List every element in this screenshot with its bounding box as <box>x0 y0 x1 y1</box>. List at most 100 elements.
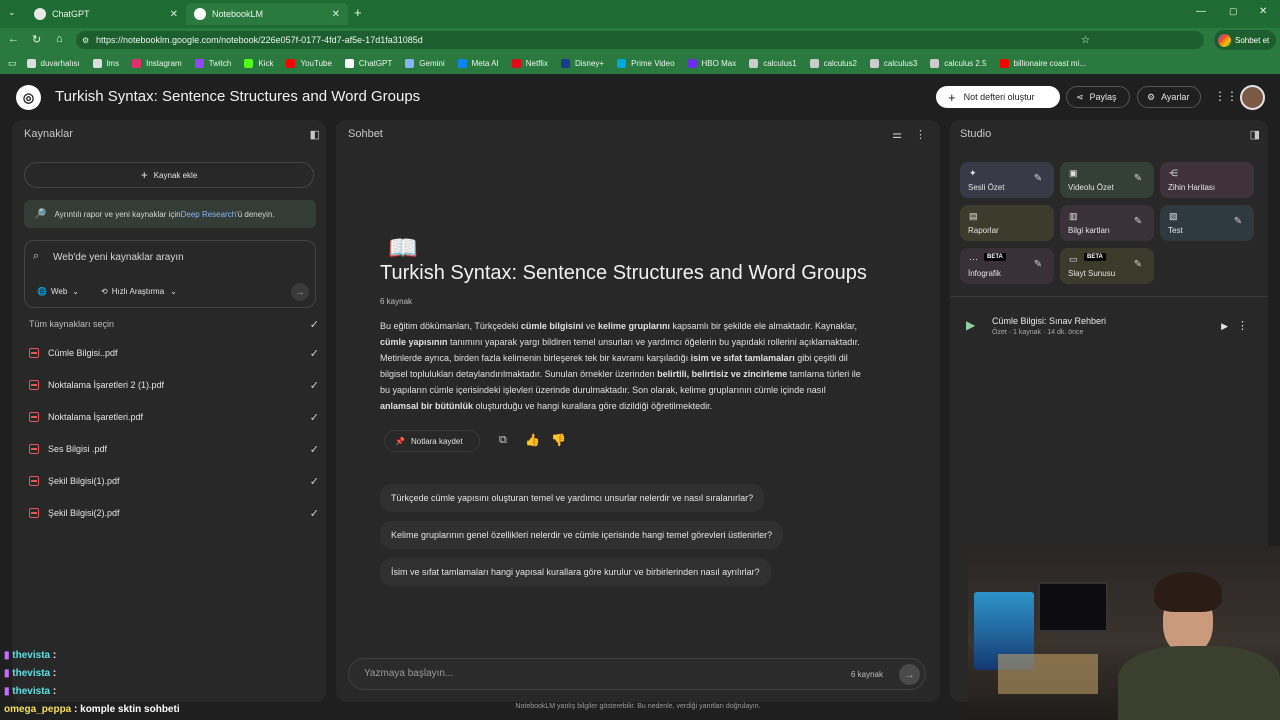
source-item[interactable]: Şekil Bilgisi(1).pdf ✓ <box>29 471 325 491</box>
bookmark[interactable]: Disney+ <box>560 58 604 68</box>
more-vert-icon[interactable]: ⋮ <box>1237 319 1248 332</box>
bookmark[interactable]: Prime Video <box>617 58 675 68</box>
video-note-icon: ▶ <box>966 318 976 332</box>
add-source-button[interactable]: + Kaynak ekle <box>24 162 314 188</box>
studio-tile-infographic[interactable]: ⋯ BETA İnfografik ✎ <box>960 248 1054 284</box>
chat-settings-icon[interactable]: ⚌ <box>892 128 902 141</box>
reload-icon[interactable]: ↻ <box>32 33 41 46</box>
edit-icon[interactable]: ✎ <box>1230 216 1246 230</box>
tab-notebooklm[interactable]: NotebookLM ✕ <box>186 3 348 25</box>
bookmark[interactable]: Netflix <box>511 58 548 68</box>
source-item[interactable]: Noktalama İşaretleri.pdf ✓ <box>29 407 325 427</box>
thumbs-down-icon[interactable]: 👎 <box>551 433 566 447</box>
edit-icon[interactable]: ✎ <box>1130 173 1146 187</box>
checkbox-checked-icon[interactable]: ✓ <box>310 411 319 424</box>
web-search-input[interactable]: Web'de yeni kaynaklar arayın <box>53 249 303 265</box>
profile-label: Sohbet et <box>1235 35 1270 45</box>
source-name: Şekil Bilgisi(1).pdf <box>48 476 120 486</box>
play-icon[interactable]: ▶ <box>1221 321 1228 332</box>
web-search-box: ⌕ Web'de yeni kaynaklar arayın 🌐 Web ⌄ ⟲… <box>24 240 316 308</box>
studio-tile-reports[interactable]: ▤ Raporlar <box>960 205 1054 241</box>
bookmark[interactable]: billionaire coast mi... <box>999 58 1086 68</box>
collapse-panel-icon[interactable]: ◧ <box>310 128 320 141</box>
chat-message: ▮ thevista : <box>4 650 57 661</box>
suggested-question[interactable]: İsim ve sıfat tamlamaları hangi yapısal … <box>380 558 771 586</box>
source-item[interactable]: Ses Bilgisi .pdf ✓ <box>29 439 325 459</box>
bookmark[interactable]: Meta AI <box>457 58 499 68</box>
studio-tile-quiz[interactable]: ▧ Test ✎ <box>1160 205 1254 241</box>
minimize-icon[interactable]: — <box>1196 6 1206 17</box>
send-button[interactable]: → <box>899 664 920 685</box>
copy-icon[interactable]: ⧉ <box>499 434 507 447</box>
web-filter-dropdown[interactable]: 🌐 Web ⌄ <box>33 281 83 301</box>
site-info-icon[interactable]: ⚙ <box>82 36 89 45</box>
checkbox-checked-icon[interactable]: ✓ <box>310 443 319 456</box>
bookmark[interactable]: Twitch <box>194 58 231 68</box>
chat-input[interactable]: Yazmaya başlayın... <box>364 668 453 679</box>
window-close-icon[interactable]: ✕ <box>1259 6 1267 17</box>
suggested-question[interactable]: Kelime gruplarının genel özellikleri nel… <box>380 521 784 549</box>
close-icon[interactable]: ✕ <box>170 9 178 20</box>
more-vert-icon[interactable]: ⋮ <box>915 128 926 141</box>
checkbox-checked-icon[interactable]: ✓ <box>310 347 319 360</box>
notebooklm-logo-icon[interactable]: ◎ <box>16 85 41 110</box>
new-tab-icon[interactable]: + <box>354 5 362 20</box>
edit-icon[interactable]: ✎ <box>1130 259 1146 273</box>
checkbox-checked-icon[interactable]: ✓ <box>310 318 319 331</box>
bookmark[interactable]: calculus 2.5 <box>930 58 987 68</box>
sources-title: Kaynaklar <box>24 128 73 140</box>
thumbs-up-icon[interactable]: 👍 <box>525 433 540 447</box>
bookmark[interactable]: Kick <box>244 58 273 68</box>
settings-button[interactable]: ⚙ Ayarlar <box>1137 86 1201 108</box>
source-item[interactable]: Cümle Bilgisi..pdf ✓ <box>29 343 325 363</box>
tab-chatgpt[interactable]: ChatGPT ✕ <box>26 3 186 25</box>
edit-icon[interactable]: ✎ <box>1030 259 1046 273</box>
bookmark-star-icon[interactable]: ☆ <box>1081 35 1090 46</box>
bookmark[interactable]: Instagram <box>132 58 182 68</box>
research-mode-dropdown[interactable]: ⟲ Hızlı Araştırma ⌄ <box>95 281 197 301</box>
flashcard-icon: ▥ <box>1069 211 1078 221</box>
apps-icon[interactable]: ▭ <box>8 58 17 69</box>
apps-grid-icon[interactable]: ⋮⋮ <box>1214 89 1238 103</box>
tab-search-icon[interactable]: ⌄ <box>8 7 16 18</box>
bookmark[interactable]: YouTube <box>286 58 332 68</box>
studio-note-item[interactable]: ▶ Cümle Bilgisi: Sınav Rehberi Özet · 1 … <box>960 310 1258 344</box>
submit-search-button[interactable]: → <box>291 283 309 301</box>
checkbox-checked-icon[interactable]: ✓ <box>310 475 319 488</box>
back-icon[interactable]: ← <box>8 33 19 45</box>
bookmark[interactable]: calculus1 <box>749 58 797 68</box>
save-to-note-button[interactable]: 📌 Notlara kaydet <box>384 430 480 452</box>
select-all-row[interactable]: Tüm kaynakları seçin ✓ <box>29 314 325 334</box>
bookmark[interactable]: HBO Max <box>687 58 736 68</box>
url-field[interactable]: ⚙ https://notebooklm.google.com/notebook… <box>76 31 1204 49</box>
studio-tile-mindmap[interactable]: ⋲ Zihin Haritası <box>1160 162 1254 198</box>
source-item[interactable]: Şekil Bilgisi(2).pdf ✓ <box>29 503 325 523</box>
avatar[interactable] <box>1240 85 1265 110</box>
bookmark[interactable]: lms <box>92 58 119 68</box>
edit-icon[interactable]: ✎ <box>1030 173 1046 187</box>
studio-tile-slides[interactable]: ▭ BETA Slayt Sunusu ✎ <box>1060 248 1154 284</box>
home-icon[interactable]: ⌂ <box>56 33 63 45</box>
close-icon[interactable]: ✕ <box>332 9 340 20</box>
collapse-panel-icon[interactable]: ◨ <box>1250 128 1260 141</box>
bookmark[interactable]: duvarhalısı <box>26 58 80 68</box>
deep-research-link[interactable]: Deep Research <box>181 210 237 219</box>
checkbox-checked-icon[interactable]: ✓ <box>310 507 319 520</box>
edit-icon[interactable]: ✎ <box>1130 216 1146 230</box>
studio-tile-flashcards[interactable]: ▥ Bilgi kartları ✎ <box>1060 205 1154 241</box>
notebook-title[interactable]: Turkish Syntax: Sentence Structures and … <box>55 88 420 105</box>
bookmark[interactable]: calculus2 <box>809 58 857 68</box>
source-item[interactable]: Noktalama İşaretleri 2 (1).pdf ✓ <box>29 375 325 395</box>
new-notebook-button[interactable]: + Not defteri oluştur <box>936 86 1060 108</box>
studio-tile-audio[interactable]: ✦ Sesli Özet ✎ <box>960 162 1054 198</box>
share-button[interactable]: ⋖ Paylaş <box>1066 86 1130 108</box>
checkbox-checked-icon[interactable]: ✓ <box>310 379 319 392</box>
studio-tile-video[interactable]: ▣ Videolu Özet ✎ <box>1060 162 1154 198</box>
bookmark[interactable]: Gemini <box>405 58 445 68</box>
suggested-question[interactable]: Türkçede cümle yapısını oluşturan temel … <box>380 484 765 512</box>
divider <box>950 296 1268 297</box>
maximize-icon[interactable]: ▢ <box>1229 6 1238 17</box>
profile-button[interactable]: Sohbet et <box>1214 30 1276 50</box>
bookmark[interactable]: ChatGPT <box>344 58 392 68</box>
bookmark[interactable]: calculus3 <box>869 58 917 68</box>
